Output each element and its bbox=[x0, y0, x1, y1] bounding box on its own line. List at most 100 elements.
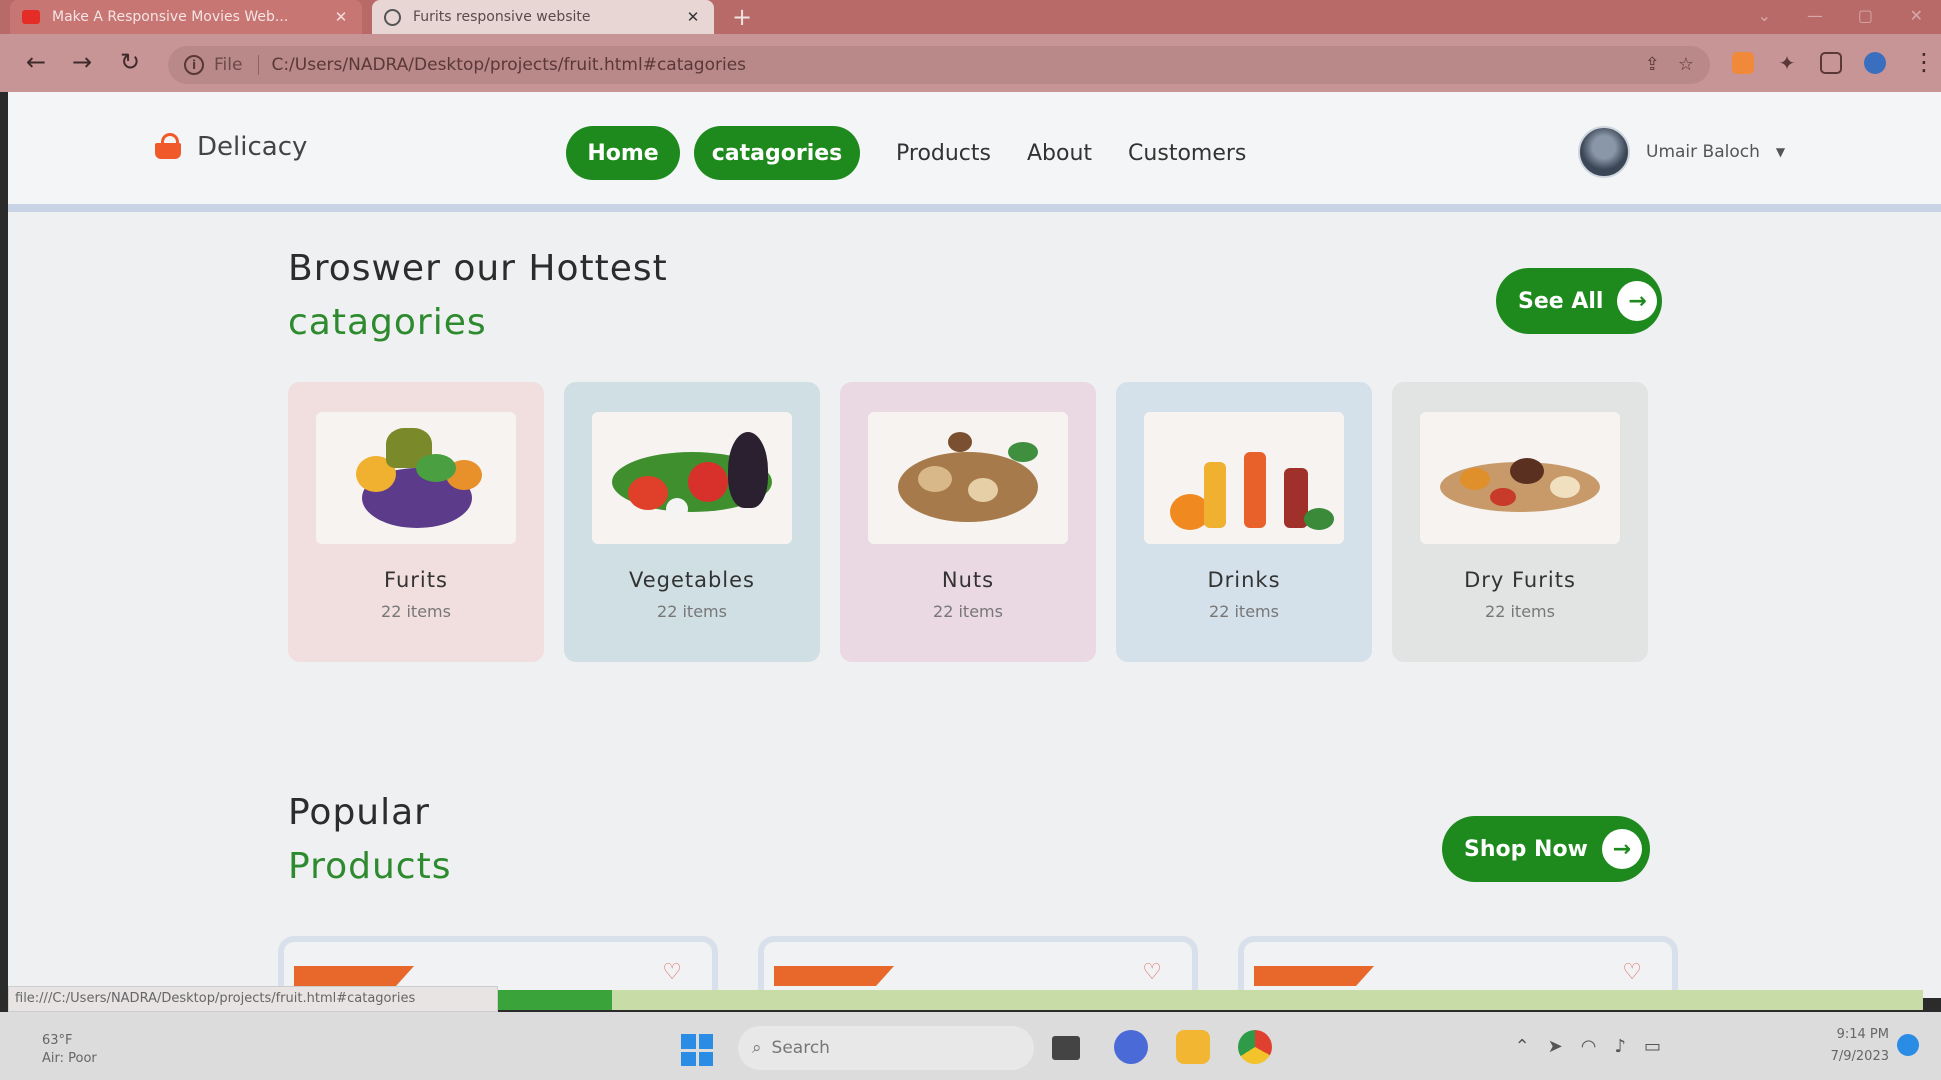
url-scheme-label: File bbox=[214, 55, 243, 75]
maximize-icon[interactable]: ▢ bbox=[1858, 6, 1873, 25]
shop-now-button[interactable]: Shop Now → bbox=[1442, 816, 1650, 882]
user-menu[interactable]: Umair Baloch ▼ bbox=[1578, 126, 1785, 178]
weather-desc: Air: Poor bbox=[42, 1051, 97, 1066]
discount-tag bbox=[294, 966, 414, 986]
chat-icon[interactable] bbox=[1114, 1030, 1148, 1064]
category-name: Vegetables bbox=[628, 568, 756, 592]
category-card-vegetables[interactable]: Vegetables 22 items bbox=[564, 382, 820, 662]
file-explorer-icon[interactable] bbox=[1176, 1030, 1210, 1064]
basket-icon bbox=[153, 133, 183, 161]
info-icon[interactable]: i bbox=[184, 55, 204, 75]
windows-start-icon[interactable] bbox=[681, 1034, 713, 1066]
heart-icon[interactable]: ♡ bbox=[1142, 960, 1162, 985]
menu-icon[interactable]: ⋮ bbox=[1912, 48, 1936, 76]
volume-icon[interactable]: ♪ bbox=[1614, 1036, 1626, 1057]
section-title: Broswer our Hottest bbox=[288, 248, 668, 289]
youtube-icon bbox=[22, 10, 40, 24]
puzzle-icon[interactable]: ✦ bbox=[1776, 52, 1798, 74]
category-name: Drinks bbox=[1207, 568, 1281, 592]
site-logo[interactable]: Delicacy bbox=[153, 132, 307, 162]
category-count: 22 items bbox=[1485, 602, 1555, 621]
minimize-icon[interactable]: — bbox=[1807, 6, 1823, 25]
clock[interactable]: 9:14 PM 7/9/2023 bbox=[1831, 1024, 1889, 1068]
window-close-icon[interactable]: ✕ bbox=[1910, 6, 1923, 25]
tab-title: Furits responsive website bbox=[413, 9, 591, 25]
task-view-icon[interactable] bbox=[1052, 1036, 1080, 1060]
side-panel-icon[interactable] bbox=[1820, 52, 1842, 74]
discount-tag bbox=[774, 966, 894, 986]
search-placeholder: Search bbox=[771, 1038, 830, 1058]
bookmark-star-icon[interactable]: ☆ bbox=[1678, 54, 1694, 75]
product-card[interactable]: ♡ bbox=[1238, 936, 1678, 998]
avatar[interactable] bbox=[1578, 126, 1630, 178]
weather-temp: 63°F bbox=[42, 1033, 73, 1048]
clock-date: 7/9/2023 bbox=[1830, 1049, 1889, 1064]
see-all-button[interactable]: See All → bbox=[1496, 268, 1662, 334]
category-name: Dry Furits bbox=[1464, 568, 1576, 592]
page-load-progress bbox=[498, 990, 1923, 1010]
category-count: 22 items bbox=[933, 602, 1003, 621]
close-icon[interactable]: ✕ bbox=[684, 8, 702, 26]
new-tab-button[interactable]: + bbox=[732, 3, 752, 31]
heart-icon[interactable]: ♡ bbox=[662, 960, 682, 985]
tab-title: Make A Responsive Movies Web... bbox=[52, 9, 289, 25]
vegetables-image bbox=[592, 412, 792, 544]
status-url-bubble: file:///C:/Users/NADRA/Desktop/projects/… bbox=[8, 986, 498, 1012]
extension-icon[interactable] bbox=[1732, 52, 1754, 74]
wifi-icon[interactable]: ◠ bbox=[1581, 1036, 1597, 1057]
browser-tab-movies[interactable]: Make A Responsive Movies Web... ✕ bbox=[10, 0, 362, 34]
battery-icon[interactable]: ▭ bbox=[1644, 1036, 1661, 1057]
category-name: Furits bbox=[384, 568, 448, 592]
category-count: 22 items bbox=[381, 602, 451, 621]
close-icon[interactable]: ✕ bbox=[332, 8, 350, 26]
nav-home[interactable]: Home bbox=[566, 126, 680, 180]
nav-customers[interactable]: Customers bbox=[1128, 141, 1246, 166]
heart-icon[interactable]: ♡ bbox=[1622, 960, 1642, 985]
browser-tab-bar: Make A Responsive Movies Web... ✕ Furits… bbox=[0, 0, 1941, 34]
shop-now-label: Shop Now bbox=[1464, 836, 1588, 862]
nav-about[interactable]: About bbox=[1027, 141, 1092, 166]
category-card-drinks[interactable]: Drinks 22 items bbox=[1116, 382, 1372, 662]
notification-icon[interactable] bbox=[1897, 1034, 1919, 1056]
category-card-furits[interactable]: Furits 22 items bbox=[288, 382, 544, 662]
section-subtitle: catagories bbox=[288, 302, 487, 343]
url-text[interactable]: C:/Users/NADRA/Desktop/projects/fruit.ht… bbox=[271, 55, 746, 75]
category-card-nuts[interactable]: Nuts 22 items bbox=[840, 382, 1096, 662]
arrow-right-icon: → bbox=[1601, 829, 1642, 869]
nav-categories[interactable]: catagories bbox=[694, 126, 860, 180]
product-card[interactable]: ♡ bbox=[758, 936, 1198, 998]
category-cards: Furits 22 items Vegetables 22 items Nuts… bbox=[288, 382, 1648, 662]
fruit-basket-image bbox=[316, 412, 516, 544]
system-tray: ⌃ ➤ ◠ ♪ ▭ bbox=[1515, 1036, 1661, 1057]
forward-icon[interactable]: → bbox=[72, 48, 92, 76]
category-name: Nuts bbox=[941, 568, 995, 592]
clock-time: 9:14 PM bbox=[1836, 1027, 1889, 1042]
logo-text: Delicacy bbox=[197, 132, 308, 162]
chevron-down-icon[interactable]: ▼ bbox=[1776, 145, 1785, 159]
taskbar-search[interactable]: ⌕ Search bbox=[738, 1026, 1034, 1070]
arrow-right-icon: → bbox=[1617, 281, 1658, 321]
nuts-image bbox=[868, 412, 1068, 544]
chrome-icon[interactable] bbox=[1238, 1030, 1272, 1064]
back-icon[interactable]: ← bbox=[26, 48, 46, 76]
see-all-label: See All bbox=[1518, 288, 1604, 314]
browser-tab-furits[interactable]: Furits responsive website ✕ bbox=[372, 0, 714, 34]
chevron-up-icon[interactable]: ⌃ bbox=[1515, 1036, 1530, 1057]
reload-icon[interactable]: ↻ bbox=[120, 48, 140, 76]
category-count: 22 items bbox=[657, 602, 727, 621]
progress-fill bbox=[498, 990, 612, 1010]
profile-icon[interactable] bbox=[1864, 52, 1886, 74]
location-icon[interactable]: ➤ bbox=[1548, 1036, 1563, 1057]
category-card-dry-furits[interactable]: Dry Furits 22 items bbox=[1392, 382, 1648, 662]
categories-section: Broswer our Hottest catagories bbox=[288, 242, 1668, 350]
tab-search-icon[interactable]: ⌄ bbox=[1758, 6, 1771, 25]
main-nav: Home catagories Products About Customers bbox=[566, 126, 1246, 180]
address-bar[interactable]: i File C:/Users/NADRA/Desktop/projects/f… bbox=[168, 46, 1710, 84]
globe-icon bbox=[384, 8, 401, 26]
weather-widget[interactable]: 63°F Air: Poor bbox=[42, 1032, 97, 1068]
category-count: 22 items bbox=[1209, 602, 1279, 621]
browser-toolbar: ← → ↻ i File C:/Users/NADRA/Desktop/proj… bbox=[0, 34, 1941, 92]
share-icon[interactable]: ⇪ bbox=[1645, 54, 1660, 75]
site-header: Delicacy Home catagories Products About … bbox=[8, 92, 1941, 212]
nav-products[interactable]: Products bbox=[896, 141, 991, 166]
